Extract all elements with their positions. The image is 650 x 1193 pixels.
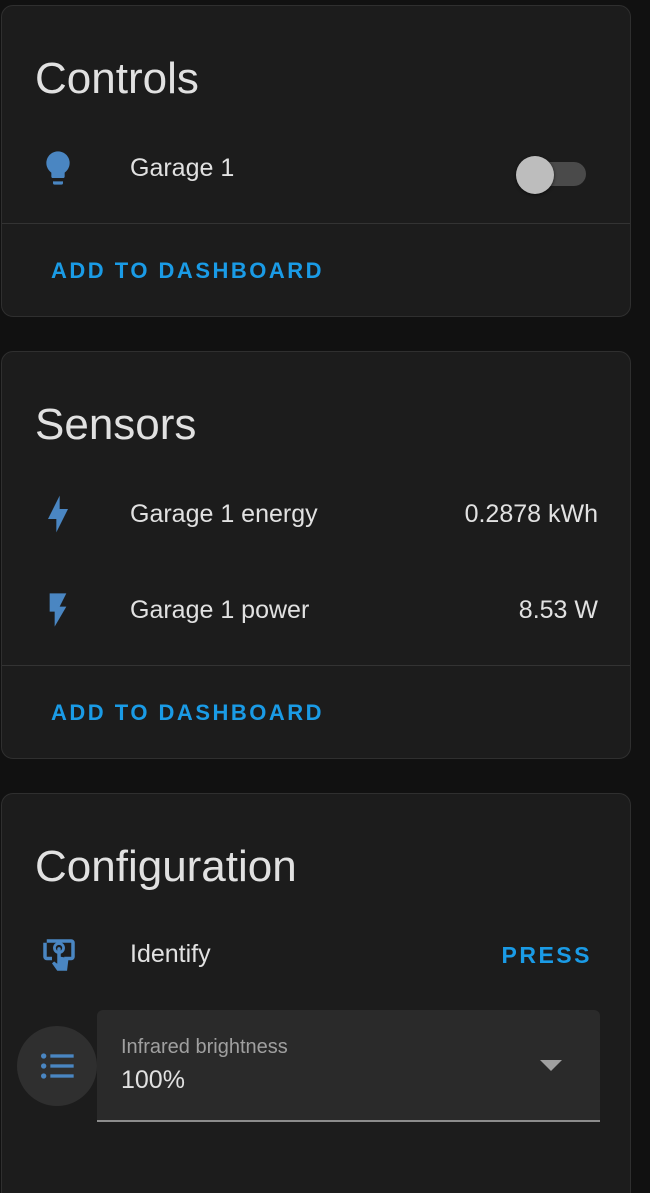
sensors-add-to-dashboard-button[interactable]: ADD TO DASHBOARD	[51, 700, 324, 726]
infrared-brightness-value: 100%	[121, 1066, 185, 1094]
sensors-title: Sensors	[35, 400, 197, 449]
controls-add-to-dashboard-button[interactable]: ADD TO DASHBOARD	[51, 258, 324, 284]
touch-screen-icon	[38, 934, 78, 974]
controls-title: Controls	[35, 54, 199, 103]
controls-divider	[2, 223, 630, 224]
control-label-garage-1: Garage 1	[130, 154, 235, 182]
sensors-divider	[2, 665, 630, 666]
dropdown-arrow-icon[interactable]	[540, 1060, 562, 1071]
control-row-garage-1[interactable]: Garage 1	[2, 136, 630, 200]
format-list-icon	[41, 1053, 74, 1079]
lightning-bolt-icon	[38, 494, 78, 534]
controls-card: Controls Garage 1 ADD TO DASHBOARD	[1, 5, 631, 317]
infrared-brightness-select[interactable]: Infrared brightness 100%	[97, 1010, 600, 1122]
identify-row: Identify PRESS	[2, 922, 630, 986]
configuration-title: Configuration	[35, 842, 297, 891]
configuration-card: Configuration Identify PRESS	[1, 793, 631, 1193]
toggle-knob	[516, 156, 554, 194]
flash-icon	[38, 590, 78, 630]
garage-1-toggle[interactable]	[516, 156, 588, 194]
sensor-label-energy: Garage 1 energy	[130, 500, 318, 528]
identify-press-button[interactable]: PRESS	[502, 942, 592, 969]
identify-label: Identify	[130, 940, 211, 968]
sensor-row-power[interactable]: Garage 1 power 8.53 W	[2, 578, 630, 642]
sensor-value-power: 8.53 W	[518, 596, 598, 624]
infrared-brightness-label: Infrared brightness	[121, 1036, 288, 1058]
sensor-row-energy[interactable]: Garage 1 energy 0.2878 kWh	[2, 482, 630, 546]
sensor-value-energy: 0.2878 kWh	[464, 500, 598, 528]
infrared-list-icon-circle	[17, 1026, 97, 1106]
sensors-card: Sensors Garage 1 energy 0.2878 kWh Garag…	[1, 351, 631, 759]
lightbulb-icon	[38, 148, 78, 188]
sensor-label-power: Garage 1 power	[130, 596, 310, 624]
